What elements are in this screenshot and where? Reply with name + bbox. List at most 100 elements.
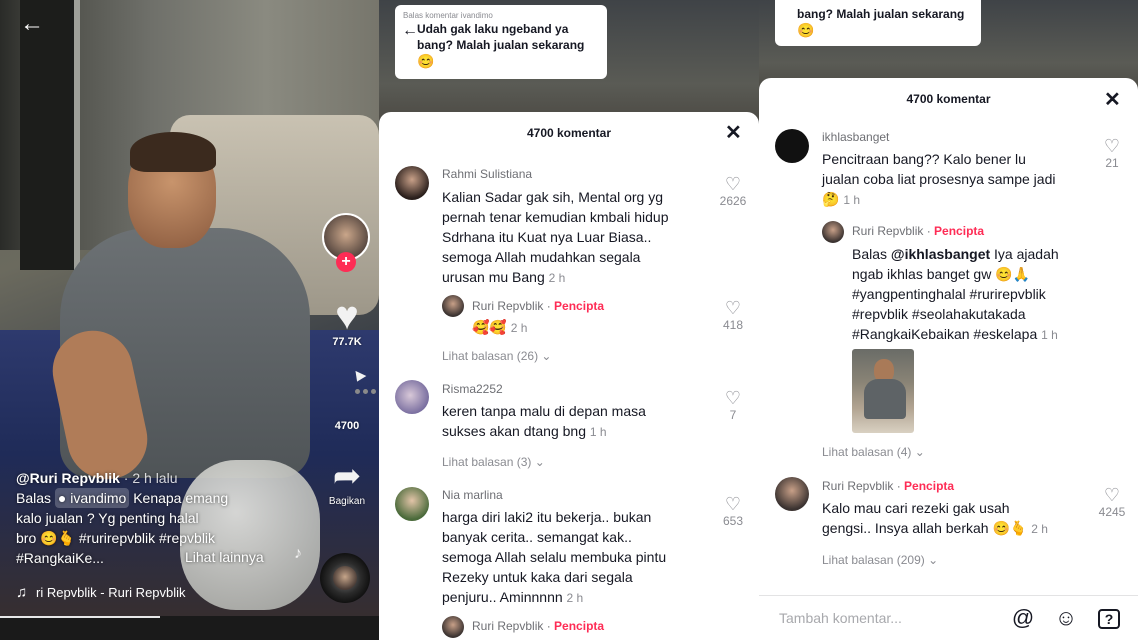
chevron-down-icon: ⌄ — [928, 553, 939, 567]
share-arrow-icon: ➦ — [332, 457, 362, 495]
comment-like-button[interactable]: ♡ 4245 — [1092, 485, 1132, 519]
comment-author[interactable]: Risma2252 — [442, 382, 503, 396]
caption-line3[interactable]: bro 😊🫰 #rurirepvblik #repvblik — [16, 528, 311, 548]
share-label: Bagikan — [328, 496, 366, 507]
chevron-down-icon: ⌄ — [534, 455, 545, 469]
heart-outline-icon: ♡ — [1103, 485, 1121, 505]
reply-hashtags[interactable]: #repvblik #seolahakutakada — [852, 304, 1102, 324]
avatar[interactable] — [822, 221, 844, 243]
heart-outline-icon: ♡ — [724, 494, 742, 514]
caption-line4[interactable]: #RangkaiKe... — [16, 548, 311, 568]
reply-hashtags[interactable]: #yangpentinghalal #rurirepvblik — [852, 284, 1102, 304]
reply-quote-emoji: 😊 — [417, 53, 435, 69]
video-progress-bar[interactable] — [0, 616, 379, 640]
avatar[interactable] — [395, 380, 429, 414]
music-title: ri Repvblik - Ruri Repvblik — [36, 585, 186, 600]
comment-line: semoga Allah mudahkan segala — [442, 249, 641, 265]
heart-outline-icon: ♡ — [724, 174, 742, 194]
avatar[interactable] — [395, 487, 429, 521]
video-panel[interactable]: ← + ♥ 77.7K 4700 ➦ Bagikan @Ruri Repvbli… — [0, 0, 379, 640]
view-replies-link[interactable]: Lihat balasan (3) ⌄ — [442, 455, 545, 469]
view-replies-label: Lihat balasan (209) — [822, 553, 925, 567]
view-replies-link[interactable]: Lihat balasan (26) ⌄ — [442, 349, 551, 363]
comments-title: 4700 komentar — [526, 126, 612, 140]
question-sticker-icon[interactable]: ? — [1098, 609, 1120, 629]
comment-like-button[interactable]: ♡ 7 — [713, 388, 753, 422]
reply-quote-card: Balas komentar ivandimo Udah gak laku ng… — [395, 5, 607, 79]
comment-like-button[interactable]: ♡ 2626 — [713, 174, 753, 208]
comments-panel-1: Balas komentar ivandimo Udah gak laku ng… — [379, 0, 759, 640]
caption-line2: kalo jualan ? Yg penting halal — [16, 510, 199, 526]
comment-text: Pencitraan bang?? Kalo bener lu jualan c… — [822, 149, 1082, 210]
comment-time: 2 h — [1031, 522, 1048, 536]
comment-text: Kalo mau cari rezeki gak usah gengsi.. I… — [822, 498, 1082, 539]
close-icon[interactable]: ✕ — [1104, 90, 1121, 110]
view-replies-link[interactable]: Lihat balasan (209) ⌄ — [822, 553, 938, 567]
comment-line: Kalo mau cari rezeki gak usah — [822, 500, 1010, 516]
comment-like-button[interactable]: ♡ 21 — [1092, 136, 1132, 170]
comment-line: semoga Allah selalu membuka pintu — [442, 549, 667, 565]
reply-hashtags[interactable]: #RangkaiKebaikan #eskelapa — [852, 326, 1037, 342]
avatar[interactable] — [775, 129, 809, 163]
back-arrow-icon[interactable]: ← — [402, 22, 418, 40]
reply-mention[interactable]: @ikhlasbanget — [891, 246, 990, 262]
comment-input[interactable]: Tambah komentar... — [779, 610, 902, 626]
reply-author[interactable]: Ruri Repvblik · Pencipta — [852, 224, 984, 238]
caption-mention[interactable]: ● ivandimo — [54, 488, 130, 508]
comment-author[interactable]: Ruri Repvblik · Pencipta — [822, 479, 954, 493]
heart-outline-icon: ♡ — [724, 298, 742, 318]
reply-quote-emoji: 😊 — [797, 22, 815, 38]
video-reply-thumbnail[interactable] — [852, 349, 914, 433]
comment-author[interactable]: Nia marlina — [442, 488, 503, 502]
comment-text: harga diri laki2 itu bekerja.. bukan ban… — [442, 507, 722, 608]
comment-input-bar: Tambah komentar... @ ☺ ? — [759, 595, 1138, 640]
comment-line: pernah tenar kemudian kmbali hidup — [442, 209, 669, 225]
comment-count: 4700 — [334, 420, 360, 432]
share-button[interactable]: ➦ Bagikan — [320, 456, 374, 507]
reply-emoji: 🥰🥰 — [472, 319, 507, 335]
avatar[interactable] — [442, 295, 464, 317]
caption-username[interactable]: @Ruri Repvblik — [16, 470, 120, 486]
view-replies-link[interactable]: Lihat balasan (4) ⌄ — [822, 445, 925, 459]
like-button[interactable]: ♥ 77.7K — [320, 296, 374, 348]
creator-badge: Pencipta — [554, 619, 605, 633]
comment-time: 2 h — [566, 591, 584, 605]
music-icon: ♫ — [16, 584, 28, 601]
reply-author-name: Ruri Repvblik — [472, 299, 544, 313]
comment-author[interactable]: ikhlasbanget — [822, 130, 889, 144]
reply-author[interactable]: Ruri Repvblik · Pencipta — [472, 619, 604, 633]
view-replies-label: Lihat balasan (26) — [442, 349, 539, 363]
like-count: 653 — [722, 514, 744, 528]
comment-like-button[interactable]: ♡ 653 — [713, 494, 753, 528]
creator-badge: Pencipta — [904, 479, 955, 493]
avatar[interactable] — [775, 477, 809, 511]
comment-line: banyak cerita.. semangat kak.. — [442, 529, 632, 545]
video-caption: @Ruri Repvblik · 2 h lalu Balas ● ivandi… — [16, 468, 311, 568]
back-arrow-icon[interactable]: ← — [20, 12, 44, 36]
view-replies-label: Lihat balasan (4) — [822, 445, 912, 459]
reply-quote-text: Udah gak laku ngeband ya bang? Malah jua… — [417, 22, 585, 52]
music-disc-icon[interactable] — [320, 553, 370, 603]
emoji-icon[interactable]: ☺ — [1052, 604, 1080, 632]
comment-button[interactable]: 4700 — [320, 376, 376, 432]
reply-like-button[interactable]: ♡ 418 — [713, 298, 753, 332]
heart-icon: ♥ — [335, 294, 359, 338]
comment-author[interactable]: Rahmi Sulistiana — [442, 167, 532, 181]
reply-author[interactable]: Ruri Repvblik · Pencipta — [472, 299, 604, 313]
reply-time: 1 h — [1041, 328, 1058, 342]
see-more-link[interactable]: Lihat lainnya — [185, 549, 264, 565]
music-note-icon: ♪ — [294, 545, 302, 562]
screenshot-collage: ← + ♥ 77.7K 4700 ➦ Bagikan @Ruri Repvbli… — [0, 0, 1138, 640]
avatar[interactable] — [395, 166, 429, 200]
avatar[interactable] — [442, 616, 464, 638]
like-count: 4245 — [1098, 505, 1126, 519]
comment-author-name: Ruri Repvblik — [822, 479, 894, 493]
reply-prefix: Balas — [852, 246, 888, 262]
comments-panel-2: bang? Malah jualan sekarang 😊 4700 komen… — [759, 0, 1138, 640]
at-icon[interactable]: @ — [1009, 604, 1037, 632]
close-icon[interactable]: ✕ — [725, 123, 742, 143]
comment-line: Kalian Sadar gak sih, Mental org yg — [442, 189, 664, 205]
follow-plus-icon[interactable]: + — [336, 252, 356, 272]
comment-text: Kalian Sadar gak sih, Mental org yg pern… — [442, 187, 732, 288]
music-ticker[interactable]: ♫ ri Repvblik - Ruri Repvblik — [16, 584, 186, 601]
